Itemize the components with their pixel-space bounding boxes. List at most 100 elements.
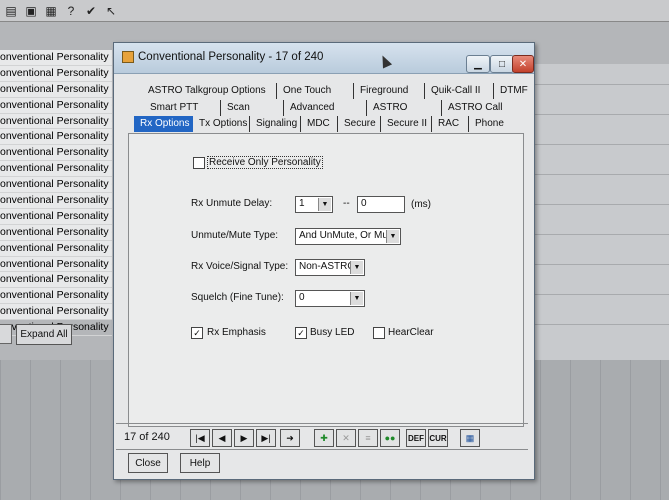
help-arrow-icon[interactable]: ✔ — [84, 4, 98, 18]
hearclear-checkbox[interactable] — [373, 327, 385, 339]
arrow-right-icon: ➜ — [286, 432, 294, 443]
tab-secure-ii[interactable]: Secure II — [381, 116, 432, 132]
tab-astro-talkgroup-options[interactable]: ASTRO Talkgroup Options — [142, 83, 277, 99]
tree-item[interactable]: onventional Personality - 20 — [0, 193, 112, 209]
last-record-button[interactable]: ▶| — [256, 429, 276, 447]
tab-one-touch[interactable]: One Touch — [277, 83, 354, 99]
tree-item[interactable]: onventional Personality - 25 — [0, 272, 112, 289]
unmute-delay-unit: (ms) — [411, 199, 431, 210]
delete-icon: ✕ — [342, 432, 350, 443]
tree-item[interactable]: onventional Personality - 17 — [0, 145, 112, 162]
tree-item[interactable]: onventional Personality - 18 — [0, 161, 112, 178]
tree-item[interactable]: onventional Personality - 26 — [0, 288, 112, 305]
tree-item[interactable]: onventional Personality - 19 — [0, 177, 112, 194]
app-icon — [122, 51, 134, 63]
unmute-delay-value: 1 — [299, 198, 305, 209]
hearclear-label: HearClear — [388, 327, 434, 338]
voice-signal-value: Non-ASTRO — [299, 261, 356, 272]
squelch-label: Squelch (Fine Tune): — [191, 292, 284, 303]
tab-rac[interactable]: RAC — [432, 116, 469, 132]
chevron-down-icon: ▼ — [350, 261, 363, 274]
copy-record-button[interactable]: ●● — [380, 429, 400, 447]
tree-item[interactable]: onventional Personality - 21 — [0, 209, 112, 225]
tree-item[interactable]: onventional Personality - 15 — [0, 114, 112, 130]
unmute-delay-ms-field[interactable]: 0 — [357, 196, 405, 213]
dialog-titlebar[interactable]: Conventional Personality - 17 of 240 ▁ □… — [114, 43, 534, 74]
tree-item[interactable]: onventional Personality - 14 — [0, 98, 112, 114]
current-button[interactable]: CUR — [428, 429, 448, 447]
tab-scan[interactable]: Scan — [221, 100, 284, 116]
tree-item[interactable]: onventional Personality - 23 — [0, 241, 112, 257]
tab-rx-options[interactable]: Rx Options — [134, 116, 193, 132]
collapse-button[interactable] — [0, 324, 12, 344]
unmute-type-label: Unmute/Mute Type: — [191, 230, 279, 241]
tab-astro-call[interactable]: ASTRO Call — [442, 100, 514, 116]
checkmark-icon: ✓ — [193, 328, 201, 338]
receive-only-checkbox[interactable] — [193, 157, 205, 169]
tree-item[interactable]: onventional Personality - 22 — [0, 225, 112, 241]
first-icon: |◀ — [195, 432, 205, 443]
close-window-button[interactable]: ✕ — [512, 55, 534, 73]
sort-button[interactable]: ≡ — [358, 429, 378, 447]
tab-signaling[interactable]: Signaling — [250, 116, 301, 132]
tree-item[interactable]: onventional Personality - 24 — [0, 257, 112, 273]
save-icon[interactable]: ▣ — [24, 4, 38, 18]
tab-row-1: ASTRO Talkgroup Options One Touch Firegr… — [142, 83, 540, 99]
tab-smart-ptt[interactable]: Smart PTT — [144, 100, 221, 116]
print-icon[interactable]: ▦ — [44, 4, 58, 18]
receive-only-label: Receive Only Personality — [207, 156, 323, 169]
minimize-icon: ▁ — [474, 58, 482, 70]
tab-quik-call-ii[interactable]: Quik-Call II — [425, 83, 494, 99]
tab-secure[interactable]: Secure — [338, 116, 381, 132]
rx-emphasis-label: Rx Emphasis — [207, 327, 266, 338]
unmute-type-select[interactable]: And UnMute, Or Mute ▼ — [295, 228, 401, 245]
first-record-button[interactable]: |◀ — [190, 429, 210, 447]
tree-item[interactable]: onventional Personality - 12 — [0, 66, 112, 82]
tree-item[interactable]: onventional Personality - 1 — [0, 50, 112, 66]
whats-this-icon[interactable]: ↖ — [104, 4, 118, 18]
tab-advanced[interactable]: Advanced — [284, 100, 367, 116]
previous-record-button[interactable]: ◀ — [212, 429, 232, 447]
tab-tx-options[interactable]: Tx Options — [193, 116, 250, 132]
close-button[interactable]: Close — [128, 453, 168, 473]
divider — [116, 423, 528, 424]
goto-record-button[interactable]: ➜ — [280, 429, 300, 447]
tab-astro[interactable]: ASTRO — [367, 100, 442, 116]
tab-fireground[interactable]: Fireground — [354, 83, 425, 99]
unmute-delay-label: Rx Unmute Delay: — [191, 198, 273, 209]
table-view-button[interactable]: ▦ — [460, 429, 480, 447]
tab-phone[interactable]: Phone — [469, 116, 511, 132]
sort-icon: ≡ — [365, 433, 371, 443]
open-icon[interactable]: ▤ — [4, 4, 18, 18]
dialog-title: Conventional Personality - 17 of 240 — [138, 51, 324, 63]
record-count: 17 of 240 — [124, 431, 170, 443]
voice-signal-select[interactable]: Non-ASTRO ▼ — [295, 259, 365, 276]
wrench-icon[interactable]: ? — [64, 4, 78, 18]
rx-emphasis-checkbox[interactable]: ✓ — [191, 327, 203, 339]
next-record-button[interactable]: ▶ — [234, 429, 254, 447]
tab-mdc[interactable]: MDC — [301, 116, 338, 132]
expand-all-button[interactable]: Expand All — [16, 324, 72, 345]
tree-item[interactable]: onventional Personality - 27 — [0, 304, 112, 321]
tree-item[interactable]: onventional Personality - 13 — [0, 82, 112, 98]
busy-led-label: Busy LED — [310, 327, 355, 338]
previous-icon: ◀ — [218, 432, 226, 443]
rx-options-panel: Receive Only Personality Rx Unmute Delay… — [128, 133, 524, 427]
next-icon: ▶ — [240, 432, 248, 443]
minimize-button[interactable]: ▁ — [466, 55, 490, 73]
unmute-delay-select[interactable]: 1 ▼ — [295, 196, 333, 213]
tab-row-2: Smart PTT Scan Advanced ASTRO ASTRO Call — [144, 100, 514, 116]
divider — [116, 449, 528, 450]
tab-dtmf[interactable]: DTMF — [494, 83, 540, 99]
squelch-value: 0 — [299, 292, 305, 303]
default-button[interactable]: DEF — [406, 429, 426, 447]
maximize-icon: □ — [498, 58, 506, 70]
tree-item[interactable]: onventional Personality - 16 — [0, 129, 112, 146]
help-button[interactable]: Help — [180, 453, 220, 473]
delete-record-button[interactable]: ✕ — [336, 429, 356, 447]
busy-led-checkbox[interactable]: ✓ — [295, 327, 307, 339]
maximize-button[interactable]: □ — [490, 55, 514, 73]
main-toolbar: ▤ ▣ ▦ ? ✔ ↖ — [0, 0, 669, 22]
squelch-select[interactable]: 0 ▼ — [295, 290, 365, 307]
add-record-button[interactable]: ✚ — [314, 429, 334, 447]
